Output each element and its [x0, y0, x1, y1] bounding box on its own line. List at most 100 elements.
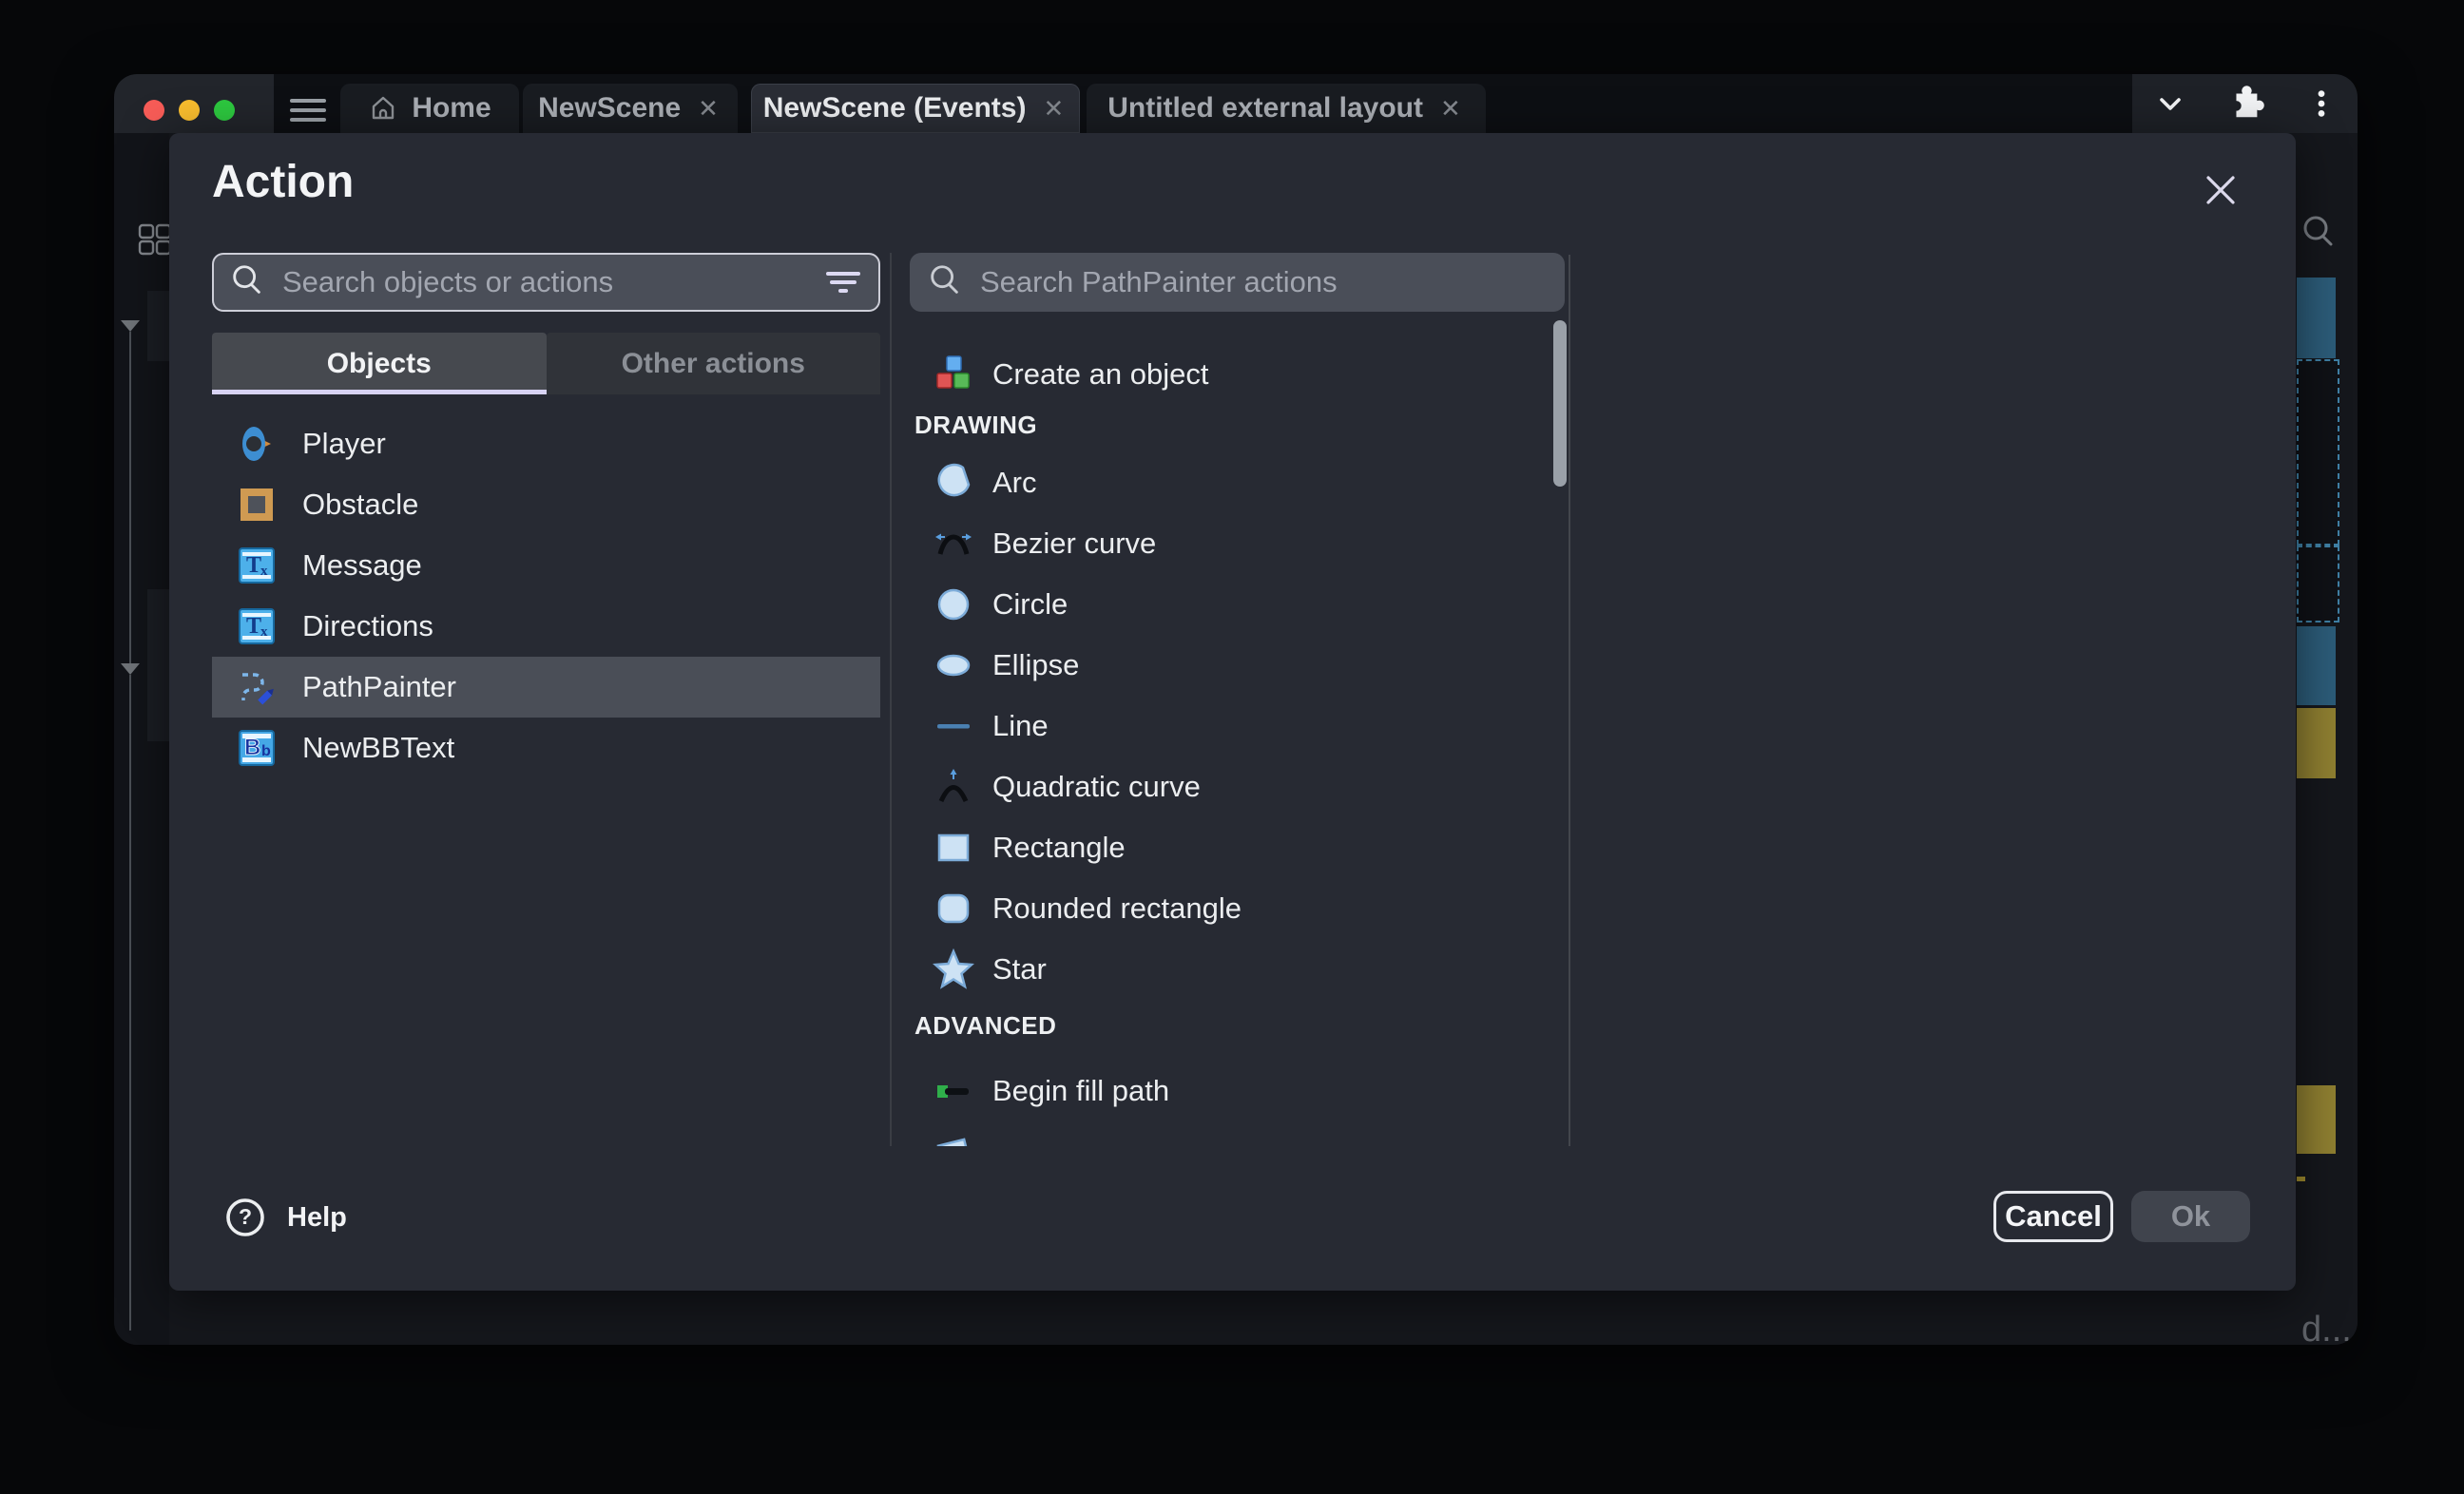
ok-button[interactable]: Ok — [2131, 1191, 2250, 1242]
macos-minimize-button[interactable] — [179, 100, 200, 121]
star-icon — [933, 948, 974, 990]
actions-search-input[interactable] — [978, 264, 1565, 300]
action-label: Bezier curve — [992, 527, 1156, 561]
close-tab-icon[interactable]: ✕ — [1436, 94, 1465, 124]
screen: Home NewScene ✕ NewScene (Events) ✕ Unti… — [0, 0, 2464, 1494]
actions-search-box — [910, 253, 1565, 312]
extensions-puzzle-icon[interactable] — [2223, 74, 2268, 133]
tab-newscene-events[interactable]: NewScene (Events) ✕ — [751, 84, 1080, 133]
object-row[interactable]: TxDirections — [212, 596, 880, 657]
event-block — [2297, 626, 2336, 705]
action-row[interactable]: Quadratic curve — [910, 757, 1571, 817]
player-icon — [236, 423, 278, 465]
object-row[interactable]: Bb NewBBText — [212, 718, 880, 778]
dialog-title: Action — [212, 156, 354, 208]
expand-triangle-icon[interactable] — [121, 320, 140, 332]
macos-zoom-button[interactable] — [214, 100, 235, 121]
object-type-tabs: Objects Other actions — [212, 333, 880, 394]
macos-close-button[interactable] — [144, 100, 164, 121]
action-label: Create an object — [992, 357, 1208, 392]
action-row[interactable]: Circle — [910, 574, 1571, 635]
object-label: Message — [302, 548, 422, 583]
event-selection-dashed — [2297, 546, 2339, 622]
tab-home[interactable]: Home — [340, 84, 519, 133]
objects-search-input[interactable] — [280, 264, 825, 300]
action-row[interactable]: Line — [910, 696, 1571, 757]
main-menu-icon[interactable] — [290, 99, 326, 125]
scrollbar-thumb[interactable] — [1553, 320, 1567, 487]
expand-triangle-icon[interactable] — [121, 663, 140, 675]
clipped-partial-icon — [933, 1131, 974, 1146]
kebab-menu-icon[interactable] — [2299, 74, 2344, 133]
tab-label: NewScene — [538, 92, 681, 124]
tab-newscene[interactable]: NewScene ✕ — [523, 84, 738, 133]
action-label: Quadratic curve — [992, 770, 1201, 804]
filter-icon[interactable] — [825, 268, 861, 297]
action-row[interactable] — [910, 1121, 1571, 1146]
toolbar-right — [2132, 74, 2358, 133]
action-label: Line — [992, 709, 1049, 743]
events-editor-background-left — [114, 133, 169, 1345]
svg-text:x: x — [260, 564, 268, 579]
search-icon[interactable] — [2300, 213, 2338, 256]
action-label: Circle — [992, 587, 1068, 622]
create-object-icon — [933, 354, 974, 395]
chevron-down-icon[interactable] — [2147, 74, 2193, 133]
action-row[interactable]: Create an object — [910, 344, 1571, 405]
help-circle-icon: ? — [224, 1197, 266, 1238]
action-section-header: DRAWING — [914, 411, 1571, 439]
action-row[interactable]: Star — [910, 939, 1571, 1000]
tab-untitled-external-layout[interactable]: Untitled external layout ✕ — [1087, 84, 1486, 133]
action-row[interactable]: Rounded rectangle — [910, 878, 1571, 939]
action-section-header: ADVANCED — [914, 1011, 1571, 1040]
action-row[interactable]: Arc — [910, 452, 1571, 513]
svg-text:B: B — [244, 735, 260, 760]
action-row[interactable]: Bezier curve — [910, 513, 1571, 574]
event-block-sliver — [2297, 1177, 2305, 1181]
svg-text:T: T — [246, 614, 261, 639]
scrollbar-track[interactable] — [1569, 255, 1570, 1146]
tab-label: Home — [412, 92, 491, 124]
actions-list: Create an object DRAWING Arc Bezier curve Ci… — [910, 323, 1571, 1146]
titlebar — [114, 74, 274, 133]
tab-objects[interactable]: Objects — [212, 333, 547, 394]
object-row[interactable]: Player — [212, 413, 880, 474]
rounded-rectangle-icon — [933, 888, 974, 929]
action-row[interactable]: Ellipse — [910, 635, 1571, 696]
action-label: Ellipse — [992, 648, 1079, 682]
close-dialog-icon[interactable] — [2200, 169, 2242, 211]
svg-text:?: ? — [239, 1204, 252, 1229]
quadratic-curve-icon — [933, 766, 974, 808]
help-button[interactable]: ? Help — [224, 1197, 347, 1238]
object-row[interactable]: Tx Message — [212, 535, 880, 596]
tab-label: NewScene (Events) — [763, 92, 1027, 124]
search-icon — [927, 262, 963, 303]
action-dialog: Action Objects Other actions Player Obsta… — [169, 133, 2296, 1291]
tab-other-actions[interactable]: Other actions — [547, 333, 881, 394]
path-painter-icon — [236, 666, 278, 708]
app-window: Home NewScene ✕ NewScene (Events) ✕ Unti… — [114, 74, 2358, 1345]
panel-divider — [890, 253, 892, 1146]
text-object-icon: Tx — [236, 605, 278, 647]
svg-text:x: x — [260, 624, 268, 640]
object-label: NewBBText — [302, 731, 454, 765]
objects-search-box — [212, 253, 880, 312]
action-row[interactable]: Rectangle — [910, 817, 1571, 878]
action-label: Star — [992, 952, 1047, 986]
event-block — [2297, 278, 2336, 358]
action-label: Begin fill path — [992, 1074, 1169, 1108]
close-tab-icon[interactable]: ✕ — [1039, 94, 1068, 124]
event-block — [2297, 708, 2336, 778]
text-object-icon: Tx — [236, 545, 278, 586]
truncated-background-text: d... — [2301, 1310, 2352, 1345]
cancel-button[interactable]: Cancel — [1993, 1191, 2113, 1242]
arc-icon — [933, 462, 974, 504]
object-label: Obstacle — [302, 488, 418, 522]
action-row[interactable]: Begin fill path — [910, 1061, 1571, 1121]
close-tab-icon[interactable]: ✕ — [694, 94, 722, 124]
object-row[interactable]: PathPainter — [212, 657, 880, 718]
bbtext-icon: Bb — [236, 727, 278, 769]
tab-label: Untitled external layout — [1107, 92, 1423, 124]
home-icon — [368, 93, 398, 124]
object-row[interactable]: Obstacle — [212, 474, 880, 535]
